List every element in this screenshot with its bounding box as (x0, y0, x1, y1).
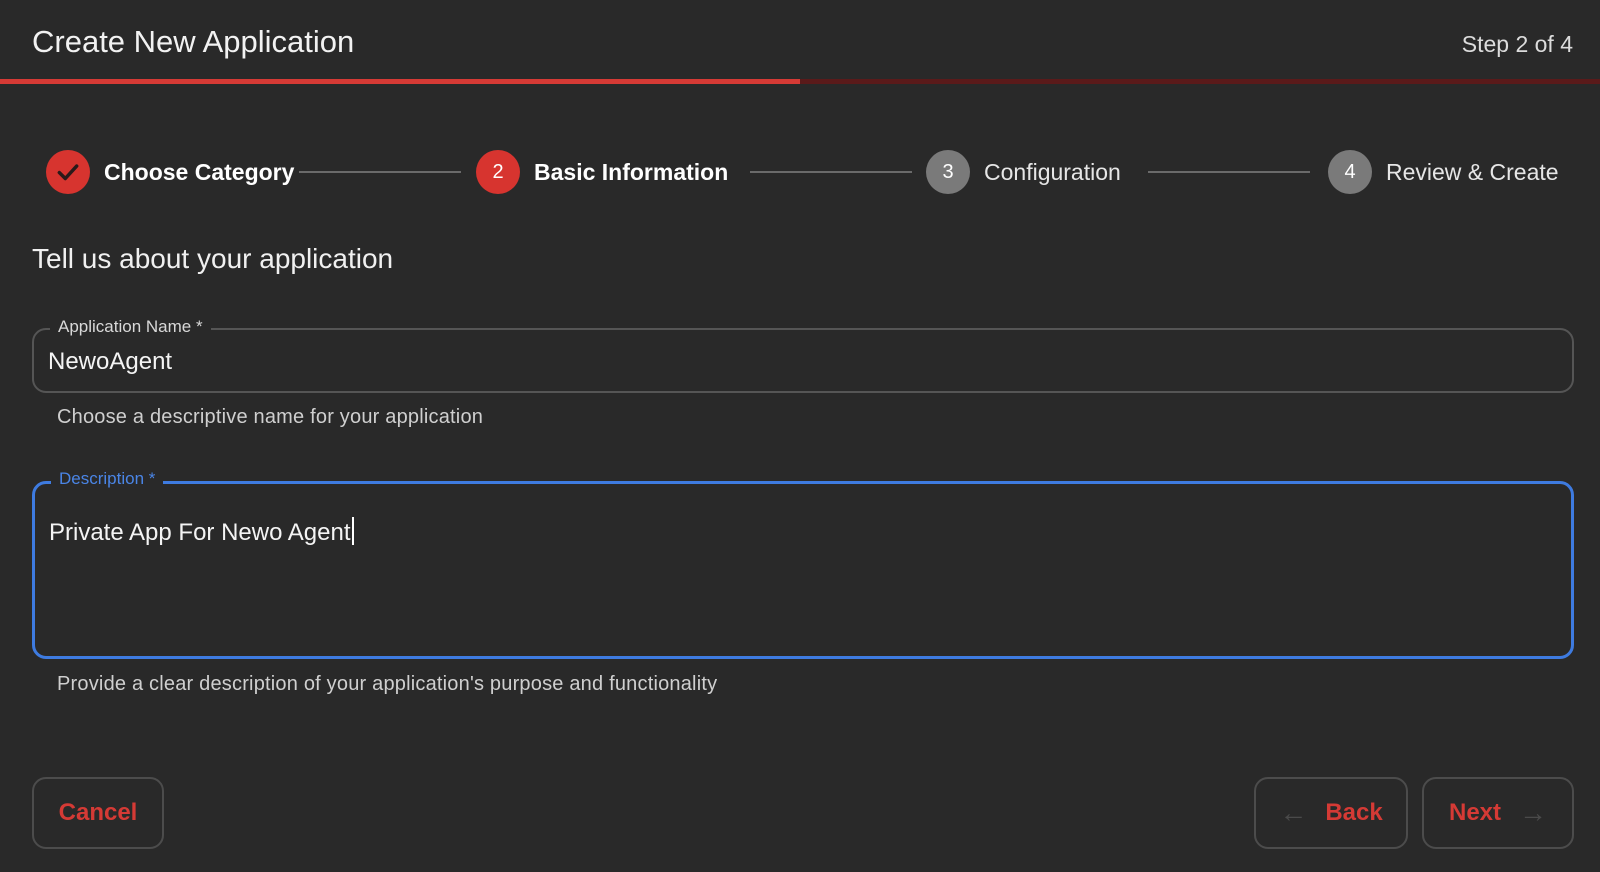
step-configuration: 3 Configuration (926, 150, 1121, 194)
application-name-input[interactable]: NewoAgent (48, 348, 172, 376)
cancel-button[interactable]: Cancel (32, 777, 164, 849)
step-label: Configuration (984, 158, 1121, 185)
step-label: Choose Category (104, 158, 295, 185)
check-icon (57, 164, 79, 181)
back-button-label: Back (1325, 799, 1383, 826)
text-cursor (351, 517, 354, 545)
next-button-label: Next (1448, 799, 1502, 826)
progress-bar-fill (0, 79, 800, 84)
application-name-field[interactable]: Application Name * NewoAgent (32, 316, 1574, 393)
back-button[interactable]: ← Back (1254, 777, 1408, 849)
step-connector (299, 171, 461, 173)
application-name-helper: Choose a descriptive name for your appli… (57, 406, 484, 428)
description-label: Description * (51, 468, 164, 490)
dialog-title: Create New Application (32, 24, 355, 59)
step-number-badge: 2 (476, 150, 520, 194)
step-number-badge: 4 (1328, 150, 1372, 194)
step-review-create: 4 Review & Create (1328, 150, 1559, 194)
step-choose-category: Choose Category (46, 150, 294, 194)
arrow-right-icon: → (1519, 797, 1548, 828)
next-button[interactable]: Next → (1422, 777, 1574, 849)
section-title: Tell us about your application (32, 243, 394, 274)
description-textarea[interactable]: Private App For Newo Agent (49, 517, 354, 547)
step-label: Basic Information (534, 158, 729, 185)
step-completed-indicator (46, 150, 90, 194)
step-label: Review & Create (1386, 158, 1559, 185)
arrow-left-icon: ← (1279, 797, 1308, 828)
step-connector (1148, 171, 1310, 173)
application-name-label: Application Name * (50, 316, 211, 338)
description-text: Private App For Newo Agent (49, 519, 351, 546)
create-application-dialog: Create New Application Step 2 of 4 Choos… (0, 0, 1600, 872)
dialog-header: Create New Application Step 2 of 4 (0, 0, 1600, 84)
description-field[interactable]: Description * Private App For Newo Agent (32, 468, 1574, 659)
step-counter: Step 2 of 4 (1461, 31, 1573, 57)
step-basic-information: 2 Basic Information (476, 150, 728, 194)
progress-bar (0, 79, 1600, 84)
step-connector (750, 171, 912, 173)
description-helper: Provide a clear description of your appl… (57, 673, 718, 695)
stepper: Choose Category 2 Basic Information 3 Co… (46, 150, 1560, 194)
cancel-button-label: Cancel (58, 799, 138, 826)
step-number-badge: 3 (926, 150, 970, 194)
